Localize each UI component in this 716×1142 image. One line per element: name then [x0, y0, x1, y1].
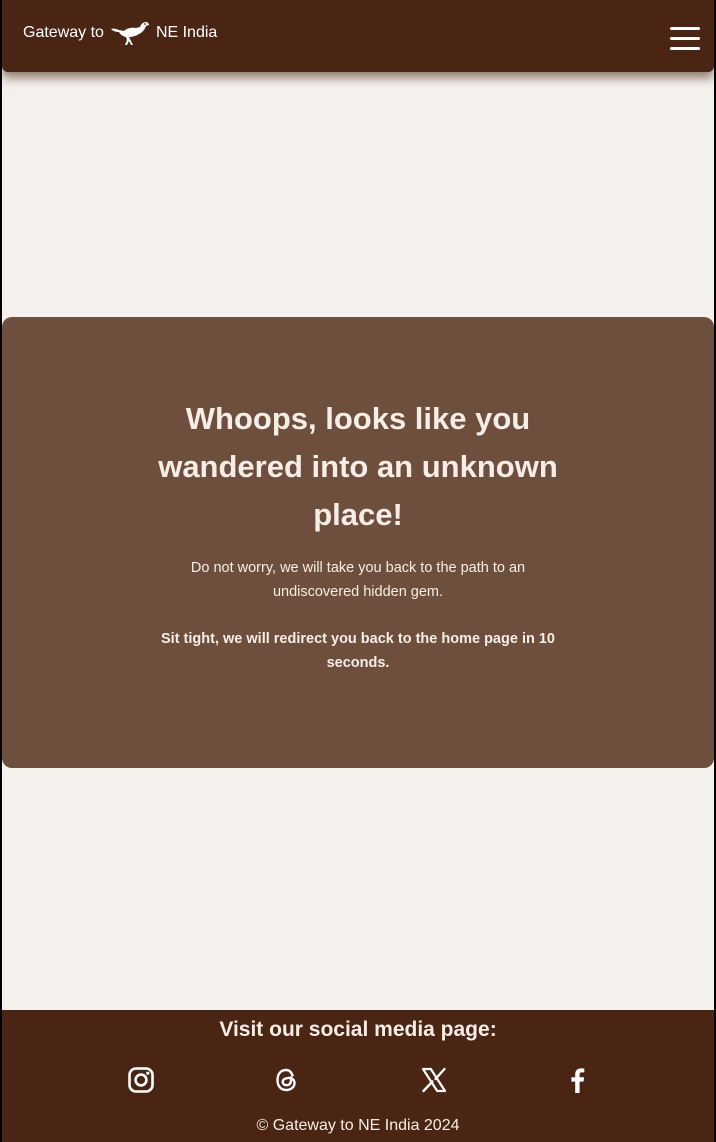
- error-message: Do not worry, we will take you back to t…: [190, 560, 526, 600]
- threads-icon[interactable]: [272, 1066, 300, 1094]
- bird-icon: [110, 19, 150, 47]
- error-title: Whoops, looks like you wandered into an …: [158, 401, 558, 532]
- top-navigation-bar: Gateway to NE India: [2, 0, 714, 72]
- redirect-notice: Sit tight, we will redirect you back to …: [161, 631, 555, 671]
- logo-text-right: NE India: [155, 24, 218, 41]
- page: Gateway to NE India Whoops, looks like y…: [2, 0, 714, 1142]
- copyright-text: © Gateway to NE India 2024: [256, 1117, 460, 1134]
- instagram-icon[interactable]: [127, 1066, 155, 1094]
- site-footer: Visit our social media page: © Gateway t…: [2, 1010, 714, 1142]
- facebook-icon[interactable]: [564, 1066, 592, 1094]
- social-heading: Visit our social media page:: [219, 1018, 497, 1041]
- x-icon[interactable]: [420, 1066, 448, 1094]
- logo-text-left: Gateway to: [23, 24, 104, 41]
- hamburger-menu-icon[interactable]: [670, 24, 700, 52]
- not-found-card: Whoops, looks like you wandered into an …: [2, 317, 714, 768]
- site-logo-link[interactable]: Gateway to NE India: [23, 19, 217, 47]
